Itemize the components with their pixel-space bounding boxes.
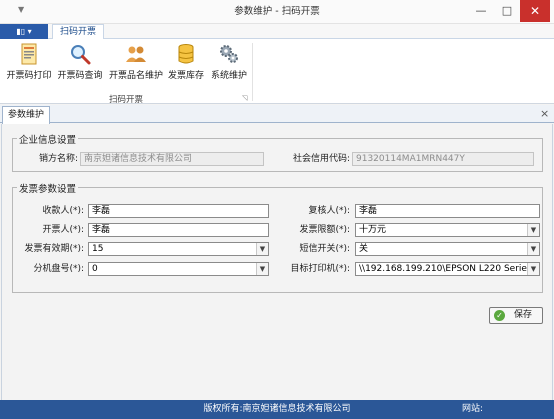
company-info-legend: 企业信息设置 xyxy=(17,132,79,146)
save-button[interactable]: ✓ 保存 xyxy=(489,307,543,324)
reviewer-label: 复核人(*): xyxy=(308,206,350,216)
payee-label: 收款人(*): xyxy=(42,206,84,216)
disk-number-value: 0 xyxy=(92,264,98,274)
query-code-button[interactable]: 开票码查询 xyxy=(56,41,104,89)
chevron-down-icon[interactable]: ▼ xyxy=(527,263,539,275)
target-printer-value: \\192.168.199.210\EPSON L220 Series xyxy=(359,264,532,274)
invoice-params-group: 发票参数设置 xyxy=(12,181,543,293)
disk-number-select[interactable]: 0 ▼ xyxy=(88,262,269,276)
chevron-down-icon[interactable]: ▼ xyxy=(527,224,539,236)
website-text: 网站: www.xunoi.com xyxy=(462,404,484,414)
invoice-params-legend: 发票参数设置 xyxy=(17,181,79,195)
system-maintenance-button[interactable]: 系统维护 xyxy=(208,41,250,89)
validity-label: 发票有效期(*): xyxy=(24,244,84,254)
minimize-button[interactable]: — xyxy=(468,0,494,22)
system-maintenance-label: 系统维护 xyxy=(210,71,247,81)
payee-field[interactable]: 李磊 xyxy=(88,204,269,218)
issuer-label: 开票人(*): xyxy=(42,225,84,235)
validity-value: 15 xyxy=(92,244,104,254)
gears-icon xyxy=(220,45,238,63)
chevron-down-icon[interactable]: ▼ xyxy=(527,243,539,255)
sms-switch-label: 短信开关(*): xyxy=(299,244,350,254)
target-printer-select[interactable]: \\192.168.199.210\EPSON L220 Series ▼ xyxy=(355,262,540,276)
group-launcher-icon[interactable]: ◹ xyxy=(242,94,247,102)
users-icon xyxy=(126,46,146,62)
checkmark-icon: ✓ xyxy=(494,310,505,321)
content-panel: 企业信息设置 销方名称: 南京妲诸信息技术有限公司 社会信用代码: 913201… xyxy=(1,124,553,400)
query-code-label: 开票码查询 xyxy=(57,71,103,81)
tab-parameter-maintenance[interactable]: 参数维护 xyxy=(2,106,50,124)
status-bar: 版权所有:南京妲诸信息技术有限公司 网站: www.xunoi.com xyxy=(0,400,554,419)
print-code-label: 开票码打印 xyxy=(6,71,52,81)
item-name-maintenance-button[interactable]: 开票品名维护 xyxy=(107,41,165,89)
invoice-limit-label: 发票限额(*): xyxy=(299,225,350,235)
ribbon-panel: 开票码打印 开票码查询 开票品名维护 发票库存 系统维护 扫码开票 ◹ xyxy=(0,39,554,105)
credit-code-label: 社会信用代码: xyxy=(292,154,350,164)
disk-number-label: 分机盘号(*): xyxy=(33,264,84,274)
ribbon-group-label: 扫码开票 xyxy=(108,95,143,105)
save-button-label: 保存 xyxy=(514,310,533,320)
title-bar: ▼ 参数维护 - 扫码开票 — □ ✕ xyxy=(0,0,554,24)
tab-scan-invoice[interactable]: 扫码开票 xyxy=(52,24,104,40)
sms-switch-value: 关 xyxy=(359,244,369,254)
invoice-stock-button[interactable]: 发票库存 xyxy=(166,41,206,89)
invoice-limit-value: 十万元 xyxy=(359,225,387,235)
validity-select[interactable]: 15 ▼ xyxy=(88,242,269,256)
close-tab-icon[interactable]: × xyxy=(540,107,549,120)
target-printer-label: 目标打印机(*): xyxy=(290,264,350,274)
sms-switch-select[interactable]: 关 ▼ xyxy=(355,242,540,256)
item-name-maintenance-label: 开票品名维护 xyxy=(108,71,163,81)
invoice-limit-select[interactable]: 十万元 ▼ xyxy=(355,223,540,237)
database-icon xyxy=(178,44,194,64)
print-code-icon xyxy=(21,43,37,65)
issuer-field[interactable]: 李磊 xyxy=(88,223,269,237)
reviewer-field[interactable]: 李磊 xyxy=(355,204,540,218)
print-code-button[interactable]: 开票码打印 xyxy=(5,41,53,89)
ribbon-group-divider xyxy=(252,43,253,101)
document-tab-strip xyxy=(0,105,554,123)
magnifier-icon xyxy=(71,45,91,65)
seller-name-field[interactable]: 南京妲诸信息技术有限公司 xyxy=(80,152,264,166)
seller-name-label: 销方名称: xyxy=(38,154,78,164)
file-menu-button[interactable]: ▮▯ ▾ xyxy=(0,24,48,39)
credit-code-field[interactable]: 91320114MA1MRN447Y xyxy=(352,152,534,166)
chevron-down-icon[interactable]: ▼ xyxy=(256,263,268,275)
maximize-button[interactable]: □ xyxy=(494,0,520,22)
close-button[interactable]: ✕ xyxy=(520,0,550,22)
invoice-stock-label: 发票库存 xyxy=(167,71,204,81)
chevron-down-icon[interactable]: ▼ xyxy=(256,243,268,255)
